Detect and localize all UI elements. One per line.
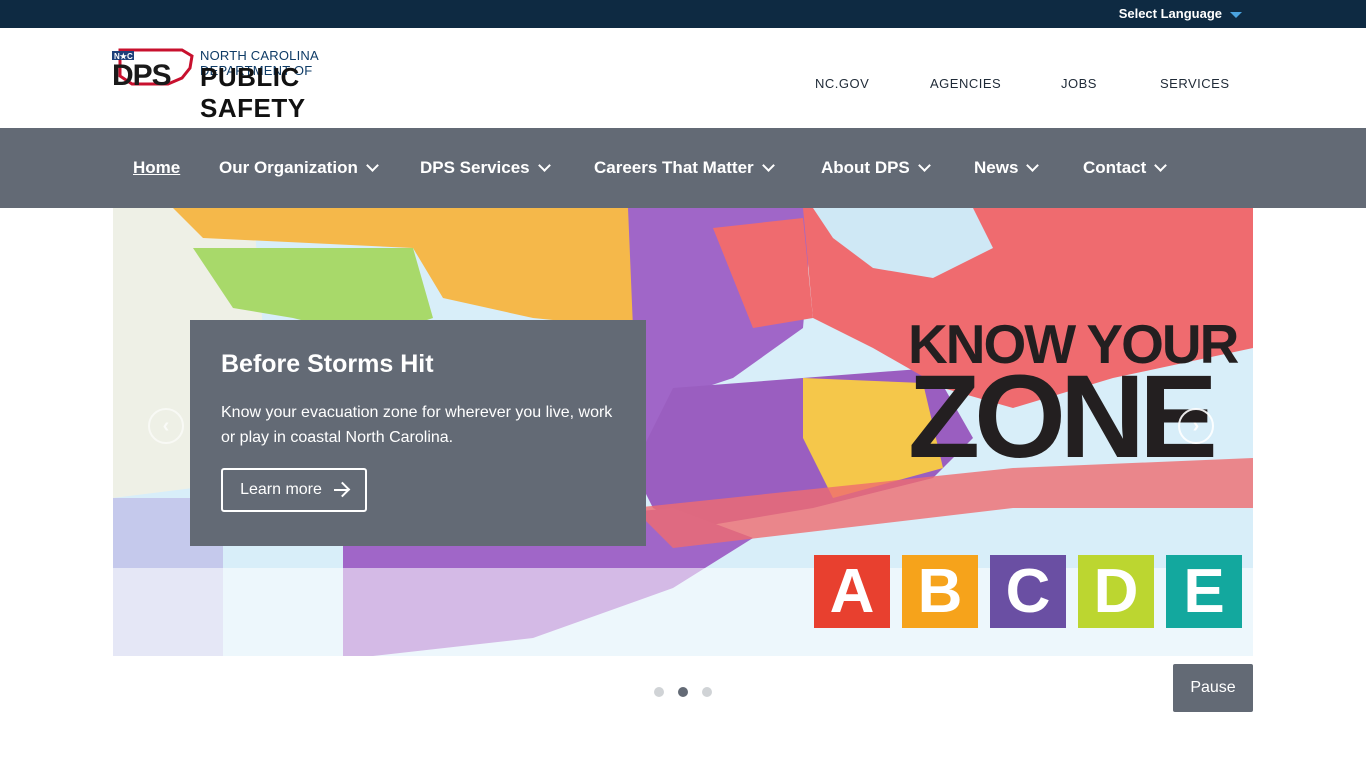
zone-tile-a: A	[814, 555, 890, 628]
logo-name-text: PUBLIC SAFETY	[200, 62, 306, 123]
chevron-down-icon	[1154, 159, 1168, 172]
chevron-down-icon	[761, 159, 775, 172]
nav-item-about-dps[interactable]: About DPS	[821, 158, 931, 178]
chevron-down-icon	[365, 159, 379, 172]
nav-item-label: Home	[133, 158, 181, 177]
nav-item-label: Contact	[1083, 158, 1147, 177]
zone-tile-c: C	[990, 555, 1066, 628]
nav-item-careers-that-matter[interactable]: Careers That Matter	[594, 158, 775, 178]
carousel-next-button[interactable]: ›	[1178, 408, 1214, 444]
nav-item-label: News	[974, 158, 1019, 177]
nav-item-news[interactable]: News	[974, 158, 1040, 178]
logo-mark-text: DPS	[112, 59, 171, 88]
select-language-label: Select Language	[1118, 6, 1222, 21]
utility-link-jobs[interactable]: JOBS	[1061, 76, 1097, 91]
carousel-dot-3[interactable]	[702, 687, 712, 697]
hero-title: Before Storms Hit	[221, 350, 434, 378]
utility-link-services[interactable]: SERVICES	[1160, 76, 1230, 91]
zone-tile-d: D	[1078, 555, 1154, 628]
dps-logo-mark: N★C DPS	[112, 48, 194, 88]
nav-item-label: Careers That Matter	[594, 158, 754, 177]
select-language-dropdown[interactable]: Select Language	[1119, 6, 1242, 21]
chevron-down-icon	[537, 159, 551, 172]
chevron-left-icon: ‹	[162, 414, 170, 437]
pause-label: Pause	[1190, 679, 1236, 696]
learn-more-button[interactable]: Learn more	[221, 468, 367, 512]
nav-item-home[interactable]: Home	[133, 158, 180, 178]
chevron-down-icon	[1026, 159, 1040, 172]
caret-down-icon	[1230, 11, 1242, 18]
hero-caption-box: Before Storms Hit Know your evacuation z…	[190, 320, 646, 546]
hero-carousel-slide: Before Storms Hit Know your evacuation z…	[113, 208, 1253, 656]
zone-tile-b: B	[902, 555, 978, 628]
zone-wordmark: ZONE	[908, 351, 1218, 483]
nav-item-label: About DPS	[821, 158, 910, 177]
chevron-right-icon: ›	[1192, 414, 1200, 437]
nav-item-label: Our Organization	[219, 158, 358, 177]
nav-item-label: DPS Services	[420, 158, 530, 177]
main-navigation: Home Our Organization DPS Services Caree…	[0, 128, 1366, 208]
site-header: N★C DPS NORTH CAROLINA DEPARTMENT OF PUB…	[0, 28, 1366, 128]
nav-item-our-organization[interactable]: Our Organization	[219, 158, 379, 178]
zone-tile-e: E	[1166, 555, 1242, 628]
carousel-previous-button[interactable]: ‹	[148, 408, 184, 444]
carousel-dot-2[interactable]	[678, 687, 688, 697]
nav-item-dps-services[interactable]: DPS Services	[420, 158, 551, 178]
utility-link-ncgov[interactable]: NC.GOV	[815, 76, 869, 91]
learn-more-label: Learn more	[240, 481, 322, 498]
carousel-dot-1[interactable]	[654, 687, 664, 697]
carousel-pause-button[interactable]: Pause	[1173, 664, 1253, 712]
chevron-down-icon	[917, 159, 931, 172]
arrow-right-icon	[333, 489, 348, 491]
nav-item-contact[interactable]: Contact	[1083, 158, 1168, 178]
hero-body-text: Know your evacuation zone for wherever y…	[221, 404, 613, 446]
dps-logo[interactable]: N★C DPS NORTH CAROLINA DEPARTMENT OF PUB…	[112, 46, 412, 123]
top-utility-bar: Select Language	[0, 0, 1366, 28]
utility-link-agencies[interactable]: AGENCIES	[930, 76, 1001, 91]
